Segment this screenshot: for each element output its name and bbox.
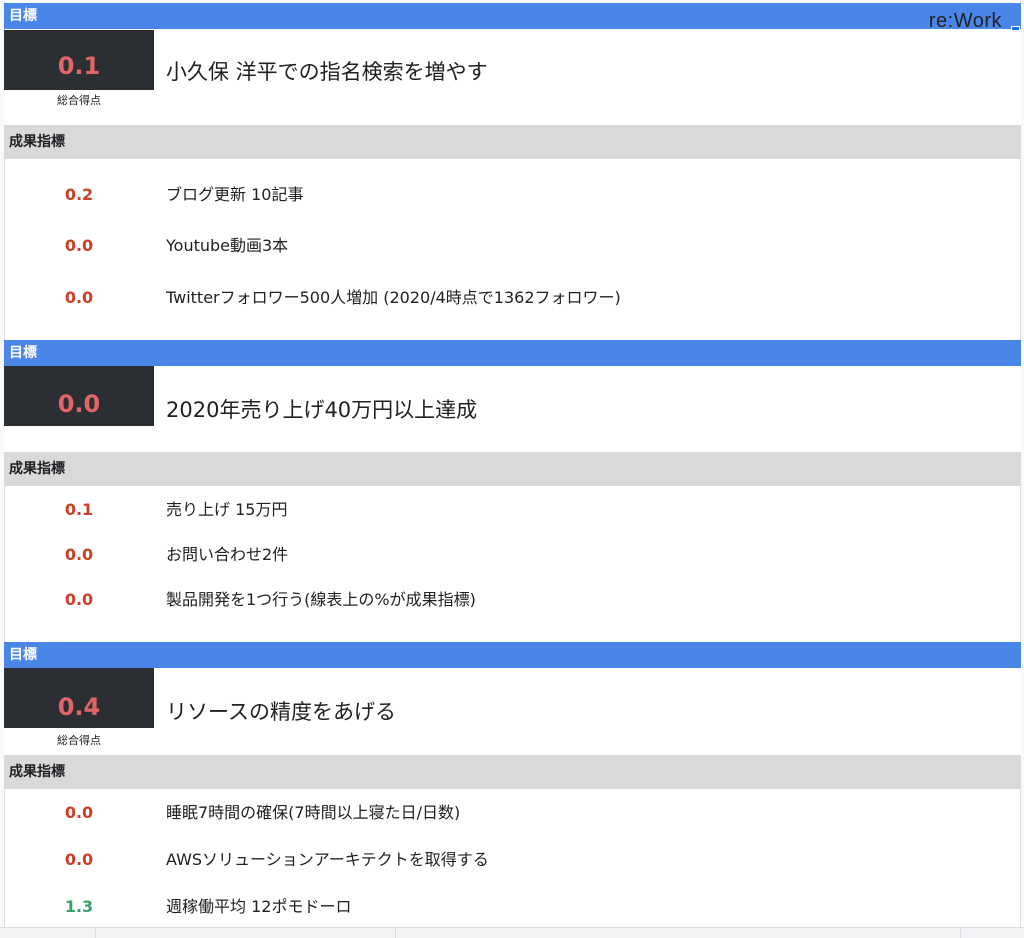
goal-score-cell[interactable]: 0.0 [4, 366, 154, 426]
goal-title[interactable]: 2020年売り上げ40万円以上達成 [166, 394, 477, 424]
goal-score: 0.1 [57, 52, 101, 80]
kpi-text: Youtube動画3本 [166, 236, 289, 255]
goal-header-label: 目標 [9, 345, 37, 361]
score-caption: 総合得点 [57, 94, 101, 107]
kpi-score: 0.0 [64, 288, 94, 307]
kpi-row[interactable]: 0.2 ブログ更新 10記事 [4, 180, 1021, 210]
kpi-score: 0.0 [64, 545, 94, 564]
kpi-text: 週稼働平均 12ポモドーロ [166, 897, 352, 916]
kpi-text: 製品開発を1つ行う(線表上の%が成果指標) [166, 590, 476, 609]
kpi-row[interactable]: 0.0 Twitterフォロワー500人増加 (2020/4時点で1362フォロ… [4, 283, 1021, 313]
kpi-score: 0.0 [64, 236, 94, 255]
goal-row: 0.1 総合得点 小久保 洋平での指名検索を増やす [4, 30, 1021, 125]
kpi-header: 成果指標 [4, 452, 1021, 486]
goal-score-cell[interactable]: 0.1 [4, 30, 154, 90]
kpi-text: お問い合わせ2件 [166, 545, 289, 564]
goal-score: 0.4 [57, 693, 101, 721]
kpi-row[interactable]: 1.3 週稼働平均 12ポモドーロ [4, 892, 1021, 922]
grid-divider [395, 928, 396, 938]
kpi-score: 0.2 [64, 185, 94, 204]
kpi-score: 0.0 [64, 590, 94, 609]
kpi-text: 売り上げ 15万円 [166, 500, 288, 519]
kpi-header: 成果指標 [4, 755, 1021, 789]
kpi-row[interactable]: 0.0 睡眠7時間の確保(7時間以上寝た日/日数) [4, 798, 1021, 828]
kpi-text: AWSソリューションアーキテクトを取得する [166, 850, 489, 869]
kpi-header-label: 成果指標 [9, 461, 65, 477]
goal-title[interactable]: リソースの精度をあげる [166, 696, 396, 726]
kpi-row[interactable]: 0.0 Youtube動画3本 [4, 231, 1021, 261]
kpi-score: 0.1 [64, 500, 94, 519]
goal-score-cell[interactable]: 0.4 [4, 668, 154, 728]
kpi-text: ブログ更新 10記事 [166, 185, 304, 204]
kpi-score: 1.3 [64, 897, 94, 916]
kpi-score: 0.0 [64, 803, 94, 822]
grid-divider [960, 928, 961, 938]
spreadsheet-dashboard: 目標 re:Work 0.1 総合得点 小久保 洋平での指名検索を増やす 成果指… [0, 0, 1024, 938]
kpi-row[interactable]: 0.0 AWSソリューションアーキテクトを取得する [4, 845, 1021, 875]
kpi-row[interactable]: 0.0 お問い合わせ2件 [4, 540, 1021, 570]
kpi-row[interactable]: 0.0 製品開発を1つ行う(線表上の%が成果指標) [4, 585, 1021, 615]
column-grid-strip [0, 927, 1024, 938]
score-caption: 総合得点 [57, 734, 101, 747]
grid-divider [95, 928, 96, 938]
kpi-header-label: 成果指標 [9, 134, 65, 150]
goal-header: 目標 [4, 340, 1021, 366]
goal-header: 目標 [4, 642, 1021, 668]
goal-row: 0.4 総合得点 リソースの精度をあげる [4, 668, 1021, 756]
goal-header: 目標 [4, 3, 1021, 29]
goal-score: 0.0 [57, 390, 101, 418]
kpi-text: Twitterフォロワー500人増加 (2020/4時点で1362フォロワー) [166, 288, 621, 307]
kpi-text: 睡眠7時間の確保(7時間以上寝た日/日数) [166, 803, 461, 822]
kpi-score: 0.0 [64, 850, 94, 869]
goal-row: 0.0 2020年売り上げ40万円以上達成 [4, 366, 1021, 452]
kpi-header-label: 成果指標 [9, 764, 65, 780]
goal-header-label: 目標 [9, 8, 37, 24]
goal-header-label: 目標 [9, 647, 37, 663]
kpi-header: 成果指標 [4, 125, 1021, 159]
kpi-row[interactable]: 0.1 売り上げ 15万円 [4, 495, 1021, 525]
goal-title[interactable]: 小久保 洋平での指名検索を増やす [166, 56, 488, 86]
